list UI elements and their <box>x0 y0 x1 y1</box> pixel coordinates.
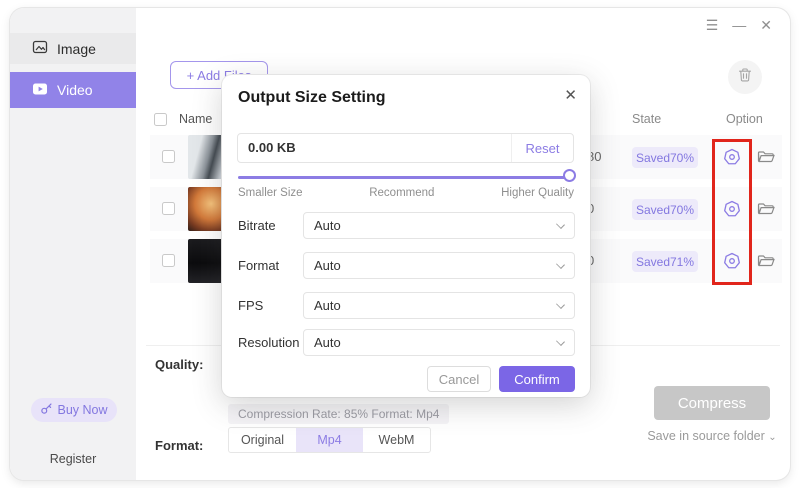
resolution-value: Auto <box>314 330 341 355</box>
format-segmented-control: Original Mp4 WebM <box>228 427 431 453</box>
row-checkbox[interactable] <box>162 150 175 163</box>
chevron-down-icon <box>556 220 565 229</box>
close-dialog-icon[interactable]: ✕ <box>564 86 577 104</box>
sidebar: Image Video Buy Now Register <box>10 8 136 480</box>
fps-select[interactable]: Auto <box>303 292 575 319</box>
slider-label-smaller: Smaller Size <box>238 187 303 199</box>
resolution-select[interactable]: Auto <box>303 329 575 356</box>
option-column-highlight <box>712 139 752 285</box>
state-badge: Saved70% <box>632 199 698 220</box>
format-field-label: Format <box>238 258 279 273</box>
resolution-label: Resolution <box>238 335 299 350</box>
select-all-checkbox[interactable] <box>154 113 167 126</box>
column-header-name: Name <box>179 112 212 126</box>
compression-info: Compression Rate: 85% Format: Mp4 <box>228 404 449 424</box>
slider-labels: Smaller Size Recommend Higher Quality <box>238 187 574 199</box>
confirm-button[interactable]: Confirm <box>499 366 575 392</box>
open-folder-icon[interactable] <box>756 199 776 219</box>
slider-label-higher: Higher Quality <box>501 187 574 199</box>
save-location-label: Save in source folder <box>647 429 764 443</box>
register-link[interactable]: Register <box>10 452 136 466</box>
slider-label-recommend: Recommend <box>369 187 434 199</box>
state-badge: Saved71% <box>632 251 698 272</box>
delete-all-button[interactable] <box>728 60 762 94</box>
buy-now-button[interactable]: Buy Now <box>31 398 117 422</box>
dialog-title: Output Size Setting <box>238 89 386 107</box>
minimize-icon[interactable]: — <box>732 16 746 34</box>
output-size-setting-dialog: Output Size Setting ✕ 0.00 KB Reset Smal… <box>222 75 590 397</box>
format-option-original[interactable]: Original <box>229 428 296 452</box>
sidebar-item-image[interactable]: Image <box>10 33 136 64</box>
chevron-down-icon <box>556 260 565 269</box>
window-controls: ☰ — ✕ <box>706 16 772 34</box>
video-icon <box>32 81 48 100</box>
close-window-icon[interactable]: ✕ <box>760 16 772 34</box>
buy-now-label: Buy Now <box>57 403 107 417</box>
trash-icon <box>737 67 753 88</box>
row-checkbox[interactable] <box>162 202 175 215</box>
chevron-down-icon <box>556 300 565 309</box>
chevron-down-icon <box>556 337 565 346</box>
compress-button[interactable]: Compress <box>654 386 770 420</box>
column-header-state: State <box>632 112 661 126</box>
row-checkbox[interactable] <box>162 254 175 267</box>
menu-icon[interactable]: ☰ <box>706 16 719 34</box>
bitrate-select[interactable]: Auto <box>303 212 575 239</box>
fps-label: FPS <box>238 298 263 313</box>
app-window: ☰ — ✕ Image Video Buy Now Register + Add… <box>10 8 790 480</box>
bitrate-label: Bitrate <box>238 218 276 233</box>
sidebar-item-video[interactable]: Video <box>10 72 136 108</box>
format-option-mp4[interactable]: Mp4 <box>296 428 363 452</box>
quality-slider-thumb[interactable] <box>563 169 576 182</box>
format-select[interactable]: Auto <box>303 252 575 279</box>
open-folder-icon[interactable] <box>756 251 776 271</box>
fps-value: Auto <box>314 293 341 318</box>
format-option-webm[interactable]: WebM <box>363 428 430 452</box>
sidebar-item-label: Image <box>57 41 96 57</box>
key-icon <box>40 402 53 418</box>
save-location-dropdown[interactable]: Save in source folder ⌄ <box>634 429 790 443</box>
sidebar-item-label: Video <box>57 82 93 98</box>
chevron-down-icon: ⌄ <box>768 432 776 443</box>
quality-label: Quality: <box>155 357 203 372</box>
image-icon <box>32 39 48 58</box>
state-badge: Saved70% <box>632 147 698 168</box>
cancel-button[interactable]: Cancel <box>427 366 491 392</box>
output-size-value[interactable]: 0.00 KB <box>248 134 296 162</box>
output-size-input[interactable]: 0.00 KB Reset <box>237 133 574 163</box>
open-folder-icon[interactable] <box>756 147 776 167</box>
format-label: Format: <box>155 438 203 453</box>
format-value: Auto <box>314 253 341 278</box>
reset-button[interactable]: Reset <box>511 134 573 162</box>
bitrate-value: Auto <box>314 213 341 238</box>
quality-slider-track[interactable] <box>238 176 574 179</box>
column-header-option: Option <box>726 112 763 126</box>
